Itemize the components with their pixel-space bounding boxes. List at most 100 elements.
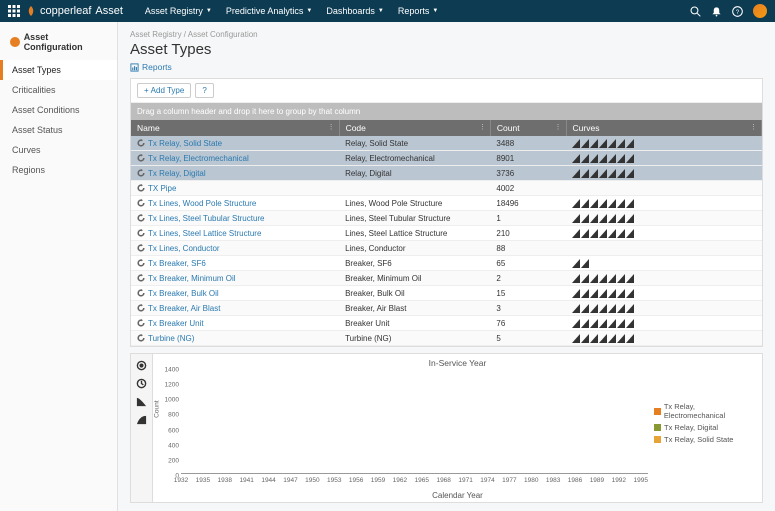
legend-item: Tx Relay, Electromechanical: [654, 402, 756, 420]
apps-grid-icon[interactable]: [8, 5, 20, 17]
breadcrumb: Asset Registry / Asset Configuration: [130, 30, 763, 39]
refresh-icon: [137, 274, 145, 282]
table-row[interactable]: Tx Relay, DigitalRelay, Digital3736: [131, 166, 762, 181]
row-name-link[interactable]: Tx Lines, Wood Pole Structure: [148, 199, 256, 208]
chart-panel: In-Service Year Count 020040060080010001…: [130, 353, 763, 503]
curves-sparkline: [572, 214, 755, 223]
chart-tool-history-icon[interactable]: [135, 376, 149, 390]
sidebar-item-regions[interactable]: Regions: [0, 160, 117, 180]
refresh-icon: [137, 139, 145, 147]
sidebar-item-asset-types[interactable]: Asset Types: [0, 60, 117, 80]
table-row[interactable]: TX Pipe4002: [131, 181, 762, 196]
brand: copperleaf Asset: [26, 5, 123, 17]
nav-predictive-analytics[interactable]: Predictive Analytics▼: [220, 6, 319, 16]
refresh-icon: [137, 304, 145, 312]
chart-plot: [181, 370, 648, 474]
table-row[interactable]: Tx Breaker, SF6Breaker, SF665: [131, 256, 762, 271]
row-name-link[interactable]: Tx Relay, Solid State: [148, 139, 222, 148]
refresh-icon: [137, 289, 145, 297]
curves-sparkline: [572, 154, 755, 163]
table-row[interactable]: Turbine (NG)Turbine (NG)5: [131, 331, 762, 346]
legend-item: Tx Relay, Digital: [654, 423, 756, 432]
refresh-icon: [137, 184, 145, 192]
chart-title: In-Service Year: [159, 358, 756, 368]
col-count[interactable]: Count⋮: [490, 120, 566, 136]
row-name-link[interactable]: Tx Breaker Unit: [148, 319, 204, 328]
sidebar-item-asset-status[interactable]: Asset Status: [0, 120, 117, 140]
page-title: Asset Types: [130, 41, 763, 58]
group-hint[interactable]: Drag a column header and drop it here to…: [131, 103, 762, 120]
row-name-link[interactable]: Tx Breaker, Minimum Oil: [148, 274, 236, 283]
config-dot-icon: [10, 37, 20, 47]
row-name-link[interactable]: Tx Lines, Steel Lattice Structure: [148, 229, 261, 238]
table-row[interactable]: Tx Lines, Wood Pole StructureLines, Wood…: [131, 196, 762, 211]
table-row[interactable]: Tx Breaker, Bulk OilBreaker, Bulk Oil15: [131, 286, 762, 301]
add-type-button[interactable]: +Add Type: [137, 83, 191, 98]
curves-sparkline: [572, 289, 755, 298]
table-row[interactable]: Tx Breaker, Air BlastBreaker, Air Blast3: [131, 301, 762, 316]
row-name-link[interactable]: Tx Breaker, Air Blast: [148, 304, 220, 313]
sidebar-header: Asset Configuration: [0, 28, 117, 60]
nav-reports[interactable]: Reports▼: [392, 6, 444, 16]
table-row[interactable]: Tx Relay, ElectromechanicalRelay, Electr…: [131, 151, 762, 166]
nav-asset-registry[interactable]: Asset Registry▼: [139, 6, 218, 16]
leaf-icon: [26, 6, 36, 16]
reports-link[interactable]: Reports: [130, 62, 763, 72]
sidebar-item-asset-conditions[interactable]: Asset Conditions: [0, 100, 117, 120]
refresh-icon: [137, 199, 145, 207]
sidebar: Asset Configuration Asset TypesCriticali…: [0, 22, 118, 511]
filter-button[interactable]: ?: [195, 83, 213, 98]
row-name-link[interactable]: Tx Lines, Steel Tubular Structure: [148, 214, 265, 223]
help-icon[interactable]: ?: [732, 6, 743, 17]
refresh-icon: [137, 244, 145, 252]
table-row[interactable]: Tx Lines, Steel Lattice StructureLines, …: [131, 226, 762, 241]
sidebar-item-curves[interactable]: Curves: [0, 140, 117, 160]
table-row[interactable]: Tx Relay, Solid StateRelay, Solid State3…: [131, 136, 762, 151]
curves-sparkline: [572, 199, 755, 208]
col-curves[interactable]: Curves⋮: [566, 120, 761, 136]
nav-menu: Asset Registry▼Predictive Analytics▼Dash…: [139, 6, 444, 16]
table-row[interactable]: Tx Lines, ConductorLines, Conductor88: [131, 241, 762, 256]
nav-dashboards[interactable]: Dashboards▼: [320, 6, 389, 16]
curves-sparkline: [572, 259, 755, 268]
refresh-icon: [137, 214, 145, 222]
table-row[interactable]: Tx Lines, Steel Tubular StructureLines, …: [131, 211, 762, 226]
report-icon: [130, 63, 139, 72]
row-name-link[interactable]: Tx Breaker, SF6: [148, 259, 206, 268]
refresh-icon: [137, 259, 145, 267]
curves-sparkline: [572, 304, 755, 313]
main-content: Asset Registry / Asset Configuration Ass…: [118, 22, 775, 511]
chart-y-axis: Count 0200400600800100012001400: [159, 370, 181, 476]
chart-legend: Tx Relay, Electromechanical Tx Relay, Dig…: [648, 370, 756, 476]
refresh-icon: [137, 169, 145, 177]
row-name-link[interactable]: Tx Relay, Electromechanical: [148, 154, 249, 163]
curves-sparkline: [572, 274, 755, 283]
chart-x-label: Calendar Year: [159, 491, 756, 500]
svg-text:?: ?: [736, 8, 740, 15]
row-name-link[interactable]: Tx Lines, Conductor: [148, 244, 220, 253]
avatar[interactable]: [753, 4, 767, 18]
row-name-link[interactable]: Tx Breaker, Bulk Oil: [148, 289, 219, 298]
curves-sparkline: [572, 229, 755, 238]
bell-icon[interactable]: [711, 6, 722, 17]
row-name-link[interactable]: TX Pipe: [148, 184, 176, 193]
grid-panel: +Add Type ? Drag a column header and dro…: [130, 78, 763, 347]
chart-toolbar: [131, 354, 153, 502]
row-name-link[interactable]: Tx Relay, Digital: [148, 169, 206, 178]
search-icon[interactable]: [690, 6, 701, 17]
table-row[interactable]: Tx Breaker, Minimum OilBreaker, Minimum …: [131, 271, 762, 286]
chart-tool-gear-icon[interactable]: [135, 358, 149, 372]
curves-sparkline: [572, 139, 755, 148]
row-name-link[interactable]: Turbine (NG): [148, 334, 194, 343]
refresh-icon: [137, 319, 145, 327]
asset-types-grid: Name⋮Code⋮Count⋮Curves⋮ Tx Relay, Solid …: [131, 120, 762, 346]
curves-sparkline: [572, 169, 755, 178]
col-code[interactable]: Code⋮: [339, 120, 490, 136]
table-row[interactable]: Tx Breaker UnitBreaker Unit76: [131, 316, 762, 331]
col-name[interactable]: Name⋮: [131, 120, 339, 136]
topbar: copperleaf Asset Asset Registry▼Predicti…: [0, 0, 775, 22]
legend-item: Tx Relay, Solid State: [654, 435, 756, 444]
sidebar-item-criticalities[interactable]: Criticalities: [0, 80, 117, 100]
chart-tool-curve1-icon[interactable]: [135, 394, 149, 408]
chart-tool-curve2-icon[interactable]: [135, 412, 149, 426]
